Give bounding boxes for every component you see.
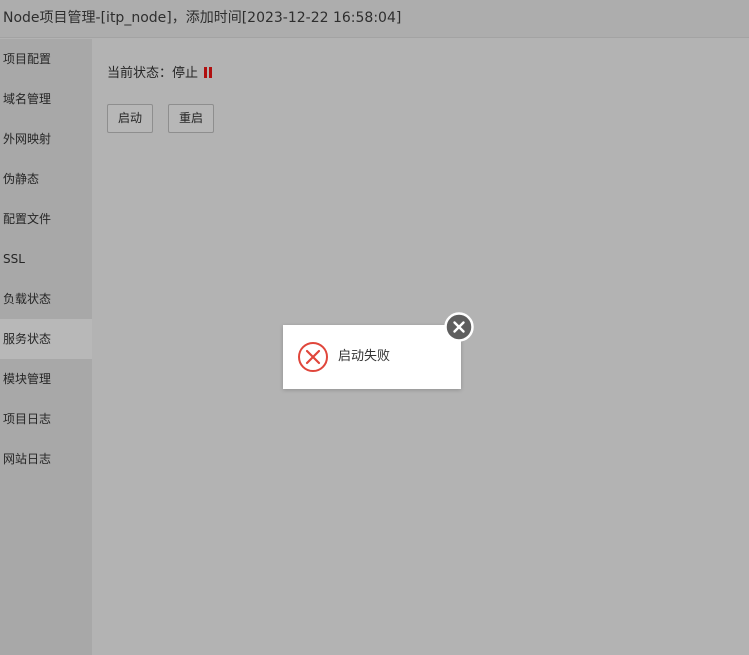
sidebar-item-label: SSL (3, 252, 25, 266)
sidebar-item-label: 项目日志 (3, 412, 52, 426)
sidebar-item-label: 网站日志 (3, 452, 52, 466)
node-project-manager-window: Node项目管理-[itp_node]，添加时间[2023-12-22 16:5… (0, 0, 749, 655)
sidebar-item-module-management[interactable]: 模块管理 (0, 359, 92, 399)
sidebar-item-label: 项目配置 (3, 52, 52, 66)
sidebar-item-rewrite[interactable]: 伪静态 (0, 159, 92, 199)
toast-message: 启动失败 (338, 349, 391, 364)
sidebar-item-site-log[interactable]: 网站日志 (0, 439, 92, 479)
start-button[interactable]: 启动 (107, 104, 153, 133)
sidebar-item-project-log[interactable]: 项目日志 (0, 399, 92, 439)
sidebar-item-config-file[interactable]: 配置文件 (0, 199, 92, 239)
sidebar-item-label: 配置文件 (3, 212, 52, 226)
sidebar-item-label: 模块管理 (3, 372, 52, 386)
sidebar-item-project-config[interactable]: 项目配置 (0, 39, 92, 79)
window-title: Node项目管理-[itp_node]，添加时间[2023-12-22 16:5… (3, 10, 402, 26)
error-toast: 启动失败 (283, 312, 474, 389)
error-x-icon (298, 342, 328, 372)
sidebar: 项目配置 域名管理 外网映射 伪静态 配置文件 SSL 负载状态 服务状态 模块… (0, 39, 92, 655)
restart-button[interactable]: 重启 (168, 104, 214, 133)
sidebar-item-label: 服务状态 (3, 332, 52, 346)
close-icon[interactable] (444, 312, 474, 342)
sidebar-item-load-status[interactable]: 负载状态 (0, 279, 92, 319)
sidebar-item-label: 外网映射 (3, 132, 52, 146)
title-bar: Node项目管理-[itp_node]，添加时间[2023-12-22 16:5… (0, 0, 749, 38)
sidebar-item-service-status[interactable]: 服务状态 (0, 319, 92, 359)
sidebar-item-ssl[interactable]: SSL (0, 239, 92, 279)
sidebar-item-label: 伪静态 (3, 172, 40, 186)
sidebar-item-external-mapping[interactable]: 外网映射 (0, 119, 92, 159)
pause-icon (204, 67, 213, 78)
current-status: 当前状态：停止 (107, 65, 213, 83)
sidebar-item-label: 域名管理 (3, 92, 52, 106)
sidebar-item-domain-management[interactable]: 域名管理 (0, 79, 92, 119)
sidebar-item-label: 负载状态 (3, 292, 52, 306)
current-status-label: 当前状态：停止 (107, 66, 199, 81)
